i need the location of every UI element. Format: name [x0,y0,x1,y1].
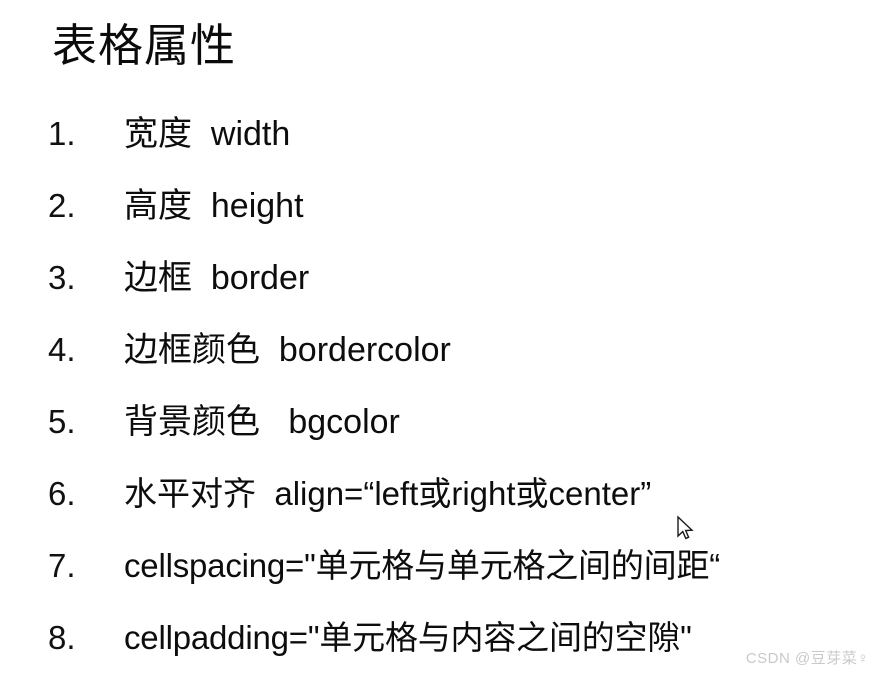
list-item-number: 1. [48,115,76,152]
list-item: 6. 水平对齐 align=“left或right或center” [0,458,881,530]
list-item-text: 背景颜色 bgcolor [124,403,400,441]
attribute-list: 1. 宽度 width 2. 高度 height 3. 边框 border 4.… [0,98,881,674]
list-item-text: 边框颜色 bordercolor [124,331,451,369]
list-item-number: 7. [48,547,76,584]
list-item-text: 水平对齐 align=“left或right或center” [124,475,652,512]
page-title: 表格属性 [52,20,237,71]
csdn-watermark: CSDN @豆芽菜♀ [745,650,869,667]
list-item-number: 8. [48,619,76,656]
list-item: 5. 背景颜色 bgcolor [0,386,881,458]
list-item: 7. cellspacing="单元格与单元格之间的间距“ [0,530,881,602]
list-item: 2. 高度 height [0,170,881,242]
list-item: 4. 边框颜色 bordercolor [0,314,881,386]
list-item-text: cellpadding="单元格与内容之间的空隙" [124,619,692,656]
list-item-text: 边框 border [124,259,310,297]
list-item-text: 高度 height [124,187,304,225]
slide-canvas: 表格属性 1. 宽度 width 2. 高度 height 3. 边框 bord… [0,0,881,677]
list-item-number: 4. [48,331,76,368]
list-item-number: 2. [48,187,76,224]
list-item-text: 宽度 width [124,115,291,153]
list-item-number: 6. [48,475,76,512]
list-item-text: cellspacing="单元格与单元格之间的间距“ [124,547,721,584]
list-item-number: 3. [48,259,76,296]
list-item: 1. 宽度 width [0,98,881,170]
list-item-number: 5. [48,403,76,440]
list-item: 3. 边框 border [0,242,881,314]
